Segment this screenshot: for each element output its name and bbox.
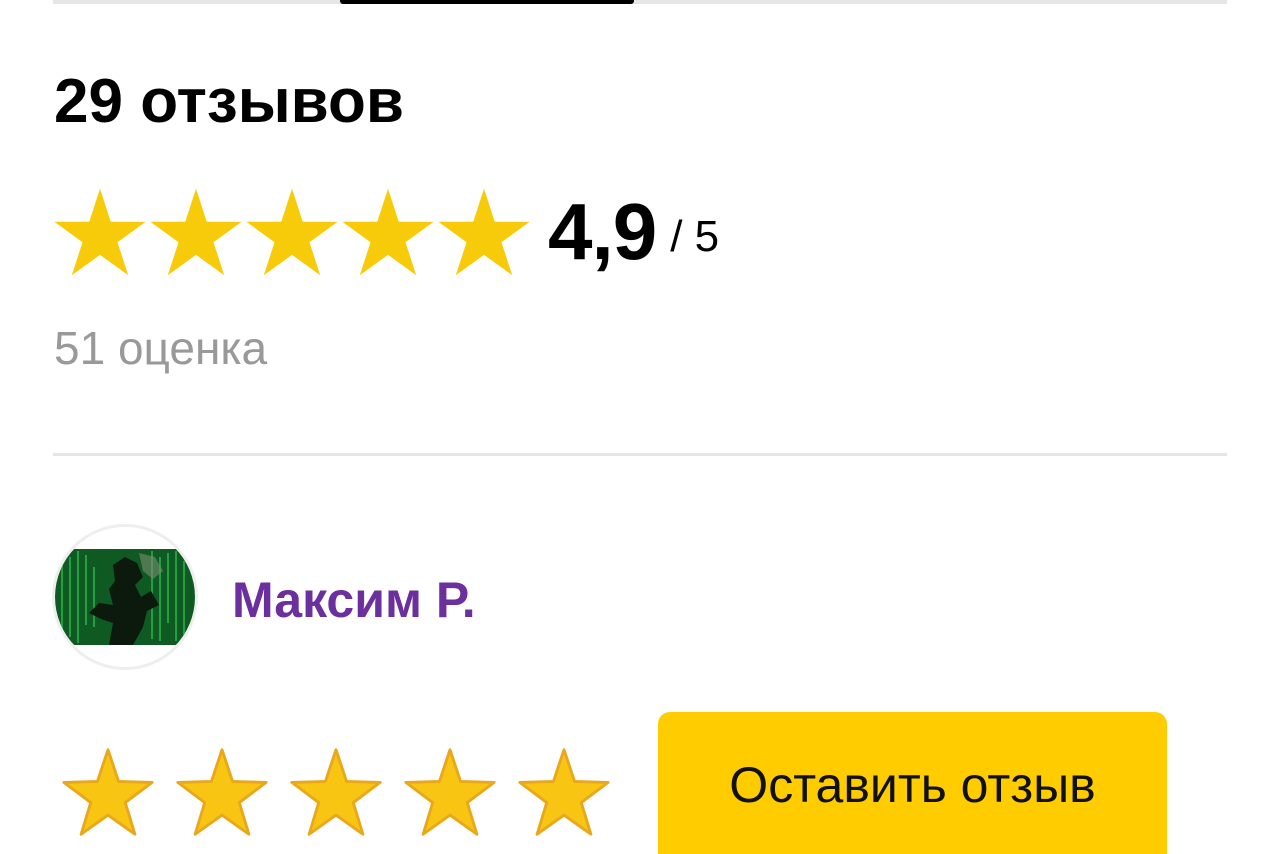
rating-max: / 5 <box>670 212 720 261</box>
star-icon <box>404 748 496 836</box>
ratings-count: 51 оценка <box>54 322 268 374</box>
leave-review-button[interactable]: Оставить отзыв <box>658 712 1167 854</box>
tab-bar-underline <box>53 0 1227 4</box>
star-icon <box>290 748 382 836</box>
review-rating-stars <box>60 744 612 840</box>
star-icon <box>518 748 610 836</box>
active-tab-indicator[interactable] <box>340 0 634 4</box>
user-avatar-image[interactable] <box>52 524 198 670</box>
divider <box>53 453 1227 456</box>
star-icon <box>62 748 154 836</box>
overall-rating: 4,9 / 5 <box>52 182 719 282</box>
star-icon <box>342 188 434 276</box>
star-icon <box>438 188 530 276</box>
star-icon <box>150 188 242 276</box>
star-icon <box>54 188 146 276</box>
star-icon <box>176 748 268 836</box>
star-icon <box>246 188 338 276</box>
review-author-name[interactable]: Максим Р. <box>232 568 476 632</box>
reviews-title: 29 отзывов <box>54 67 404 136</box>
reviews-page: 29 отзывов 4,9 / 5 51 оценка Максим Р. О… <box>0 0 1280 854</box>
rating-value: 4,9 <box>548 187 657 276</box>
